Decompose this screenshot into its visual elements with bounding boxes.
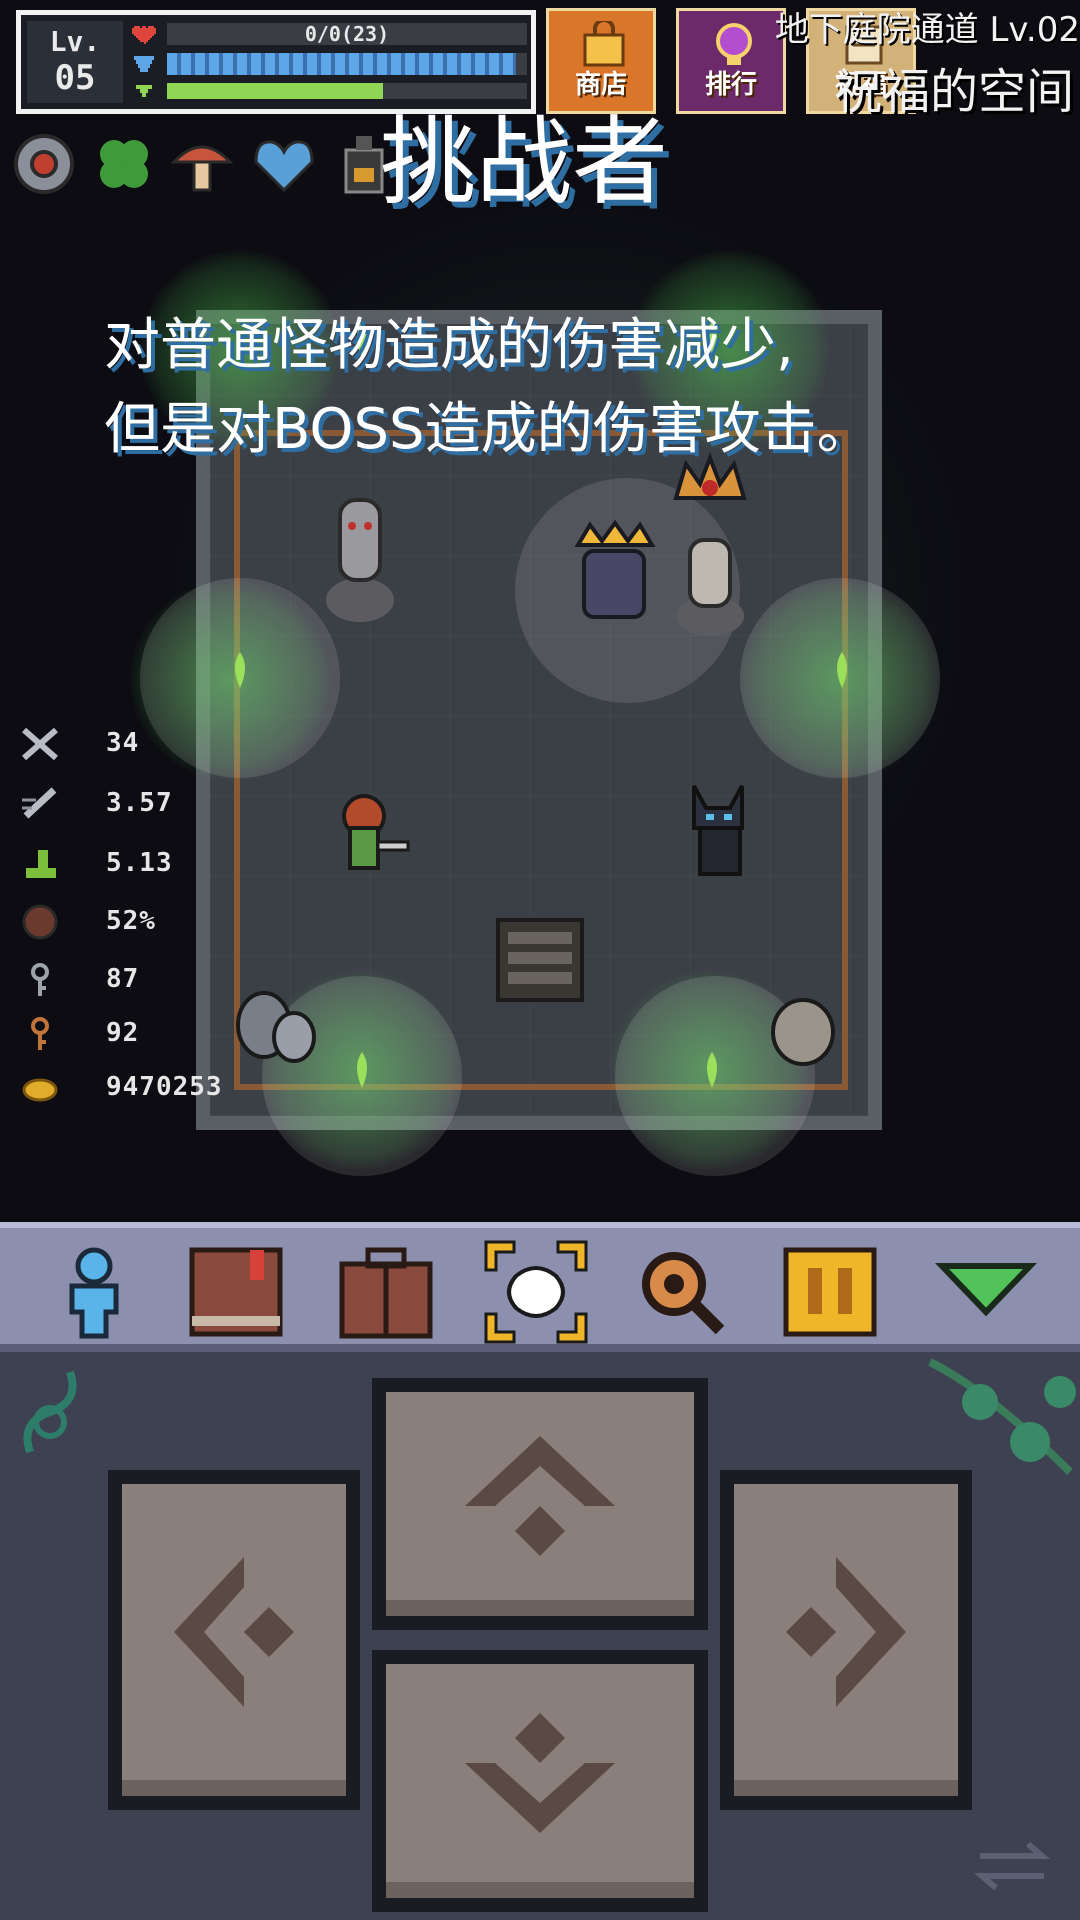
dpad-right-button[interactable] xyxy=(720,1470,972,1810)
chevron-left-icon xyxy=(174,1557,294,1707)
chevron-down-icon[interactable] xyxy=(934,1242,1038,1342)
stat-gold: 9470253 xyxy=(20,1066,270,1110)
dpad-up-face xyxy=(386,1392,694,1616)
magnifier-icon[interactable] xyxy=(630,1242,734,1342)
mp-bar xyxy=(167,53,527,75)
shield-icon xyxy=(22,904,58,940)
stairs-down-icon[interactable] xyxy=(496,918,584,1002)
mushroom-buff-icon[interactable] xyxy=(166,128,238,200)
torch-icon xyxy=(707,1052,717,1088)
sword-speed-icon xyxy=(22,787,57,819)
torch-icon xyxy=(357,1052,367,1088)
stat-value: 52% xyxy=(106,906,156,936)
stat-bronze-keys: 92 xyxy=(20,1012,270,1056)
xp-fill xyxy=(167,83,383,99)
pause-icon[interactable] xyxy=(778,1242,882,1342)
chevron-up-icon xyxy=(465,1436,615,1556)
skill-selected-icon[interactable] xyxy=(480,1236,592,1348)
mp-fill xyxy=(167,53,517,75)
gear-buff-icon[interactable] xyxy=(8,128,80,200)
silver-key-icon xyxy=(31,963,49,996)
hp-bar: 0/0(23) xyxy=(167,23,527,45)
bag-icon[interactable] xyxy=(334,1242,438,1342)
trophy-icon xyxy=(716,23,752,65)
character-icon[interactable] xyxy=(42,1242,146,1342)
stat-value: 87 xyxy=(106,964,140,994)
stat-value: 5.13 xyxy=(106,848,173,878)
stat-defense: 52% xyxy=(20,900,270,944)
stat-value: 92 xyxy=(106,1018,140,1048)
statue-right-icon xyxy=(676,538,744,636)
pot-icon[interactable] xyxy=(768,992,838,1068)
dpad-up-button[interactable] xyxy=(372,1378,708,1630)
stat-move-speed: 5.13 xyxy=(20,842,270,886)
stat-attack: 34 xyxy=(20,722,270,766)
buff-description-line1: 对普通怪物造成的伤害减少, xyxy=(104,313,794,378)
shopping-bag-icon xyxy=(583,21,625,67)
statue-left-icon xyxy=(326,498,394,622)
dpad-left-face xyxy=(122,1484,346,1796)
vine-decoration-icon xyxy=(23,1370,77,1454)
book-icon[interactable] xyxy=(184,1242,288,1342)
boot-icon xyxy=(26,850,56,878)
bronze-key-icon xyxy=(31,1017,49,1050)
level-box: Lv. 05 xyxy=(27,21,123,103)
crossed-swords-icon xyxy=(22,727,58,761)
level-value: 05 xyxy=(54,58,96,98)
gold-coin-icon xyxy=(22,1078,58,1102)
stat-silver-keys: 87 xyxy=(20,958,270,1002)
swap-arrows-icon[interactable] xyxy=(972,1836,1052,1896)
location-label: 地下庭院通道 Lv.02 xyxy=(774,10,1080,50)
shadow-fox-enemy-icon xyxy=(692,785,744,876)
buff-description-line2: 但是对BOSS造成的伤害攻击。 xyxy=(104,397,873,462)
stat-attack-speed: 3.57 xyxy=(20,782,270,826)
mana-icon xyxy=(134,56,154,72)
xp-icon xyxy=(136,85,152,97)
player-character-icon xyxy=(342,794,410,870)
torch-icon xyxy=(837,652,847,688)
level-label: Lv. xyxy=(49,25,101,58)
toolbar xyxy=(0,1222,1080,1352)
rank-button[interactable]: 排行 xyxy=(676,8,786,114)
chevron-right-icon xyxy=(786,1557,906,1707)
king-boss-icon xyxy=(574,519,656,619)
dpad-down-face xyxy=(386,1664,694,1898)
heart-buff-icon[interactable] xyxy=(248,128,320,200)
hp-text: 0/0(23) xyxy=(304,22,390,46)
torch-icon xyxy=(235,652,245,688)
dpad-right-face xyxy=(734,1484,958,1796)
location-subtitle: 祝福的空间 xyxy=(833,64,1074,120)
rank-label: 排行 xyxy=(704,70,757,100)
stat-value: 34 xyxy=(106,728,140,758)
stat-value: 9470253 xyxy=(106,1072,223,1102)
stat-value: 3.57 xyxy=(106,788,173,818)
clover-buff-icon[interactable] xyxy=(88,128,160,200)
dpad-down-button[interactable] xyxy=(372,1650,708,1912)
heart-icon xyxy=(132,26,156,44)
chevron-down-icon xyxy=(465,1713,615,1833)
dpad-left-button[interactable] xyxy=(108,1470,360,1810)
